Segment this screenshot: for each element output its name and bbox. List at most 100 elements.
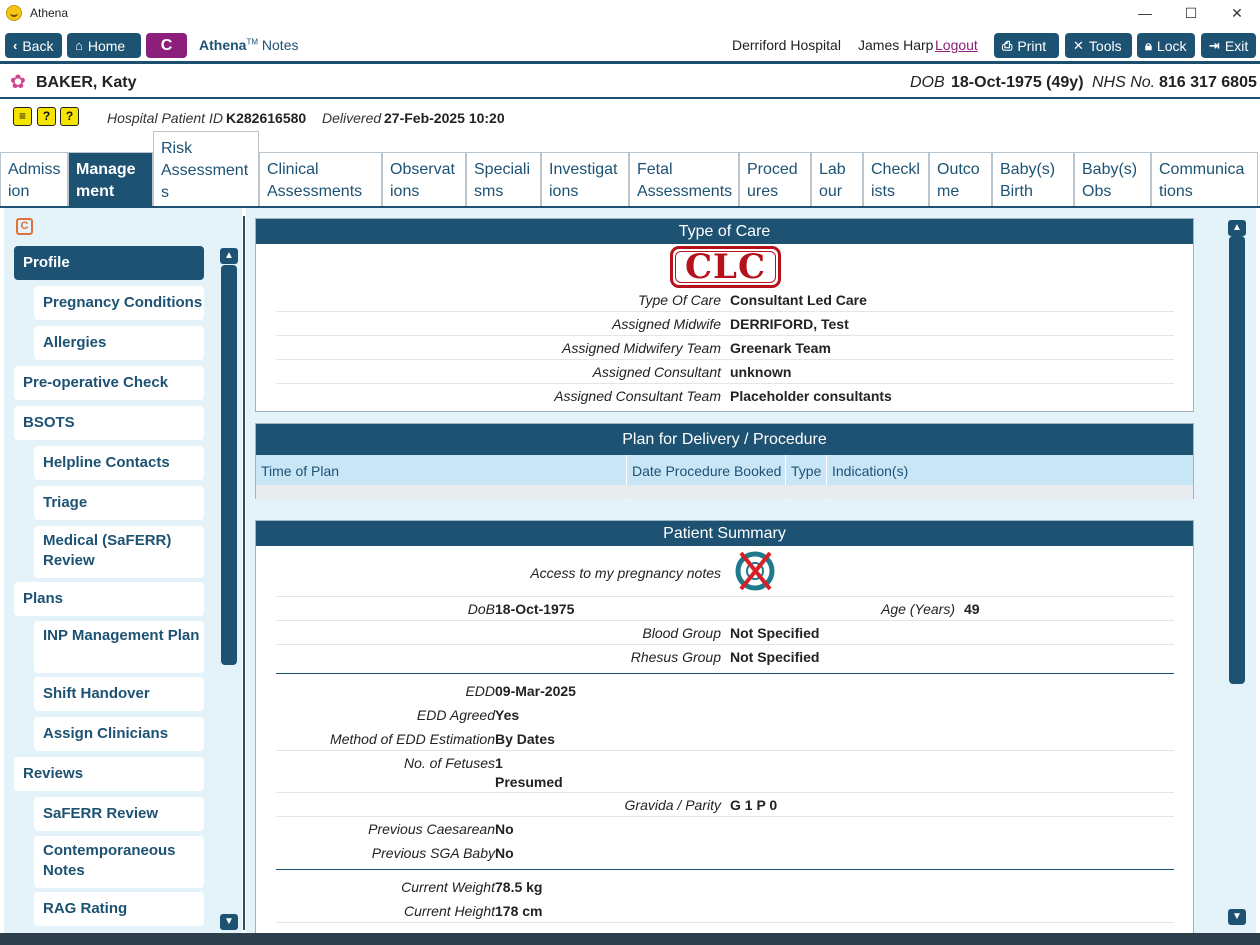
- nav-item-pre-operative-check[interactable]: Pre-operative Check: [14, 366, 204, 400]
- tab-communications[interactable]: Communica tions: [1151, 152, 1258, 207]
- exit-button[interactable]: ⇥ Exit: [1201, 33, 1256, 58]
- current-height-row: Current Height 178 cm: [276, 899, 1174, 923]
- gravida-parity-value: G 1 P 0: [730, 797, 778, 813]
- nav-item-triage[interactable]: Triage: [34, 486, 204, 520]
- logout-link[interactable]: Logout: [935, 37, 978, 53]
- type-of-care-header: Type of Care: [256, 219, 1193, 244]
- back-button[interactable]: ‹ Back: [5, 33, 62, 58]
- col-time-of-plan[interactable]: Time of Plan: [261, 463, 339, 479]
- alert-question-icon-2[interactable]: ?: [60, 107, 79, 126]
- tab-management[interactable]: Manage ment: [68, 152, 153, 207]
- assigned-consultant-team-value: Placeholder consultants: [730, 388, 892, 404]
- edd-agreed-row: EDD Agreed Yes: [276, 703, 1174, 727]
- nav-item-assign-clinicians[interactable]: Assign Clinicians: [34, 717, 204, 751]
- c-icon[interactable]: C: [16, 218, 33, 235]
- age-value: 49: [964, 601, 980, 617]
- app-name-suffix: Notes: [261, 37, 299, 53]
- age-label: Age (Years): [881, 601, 955, 617]
- previous-caesarean-row: Previous Caesarean No: [276, 817, 1174, 841]
- dob-label: DOB: [910, 74, 945, 91]
- alert-question-icon[interactable]: ?: [37, 107, 56, 126]
- col-date-procedure-booked[interactable]: Date Procedure Booked: [632, 463, 781, 479]
- tab-observations[interactable]: Observat ions: [382, 152, 466, 207]
- plan-table-header: Time of Plan Date Procedure Booked Type …: [256, 455, 1193, 500]
- tab-clinical-assessments[interactable]: Clinical Assessments: [259, 152, 382, 207]
- edd-method-row: Method of EDD Estimation By Dates: [276, 727, 1174, 751]
- tab-fetal-assessments[interactable]: Fetal Assessments: [629, 152, 739, 207]
- lock-button[interactable]: 🔒︎ Lock: [1137, 33, 1195, 58]
- close-window-button[interactable]: ✕: [1214, 0, 1260, 26]
- lock-icon: 🔒︎: [1145, 37, 1152, 53]
- nav-divider: [243, 216, 245, 930]
- nav-item-shift-handover[interactable]: Shift Handover: [34, 677, 204, 711]
- type-of-care-label: Type Of Care: [638, 292, 721, 308]
- main-scrollbar-thumb[interactable]: [1229, 236, 1245, 684]
- side-navigation: C Profile Pregnancy Conditions Allergies…: [4, 208, 242, 933]
- c-button[interactable]: C: [146, 33, 187, 58]
- tab-risk-assessments[interactable]: Risk Assessment s: [153, 131, 259, 207]
- printer-icon: ⎙: [1002, 37, 1013, 53]
- access-notes-disabled-icon: [735, 551, 775, 591]
- tab-babys-obs[interactable]: Baby(s) Obs: [1074, 152, 1151, 207]
- access-notes-label: Access to my pregnancy notes: [530, 565, 721, 581]
- nav-scrollbar-thumb[interactable]: [221, 265, 237, 665]
- nav-item-profile[interactable]: Profile: [14, 246, 204, 280]
- home-label: Home: [87, 37, 126, 54]
- print-button[interactable]: ⎙ Print: [994, 33, 1059, 58]
- flower-icon: ✿: [10, 72, 26, 93]
- summary-divider: [276, 673, 1174, 674]
- nhs-label: NHS No.: [1092, 74, 1156, 91]
- nhs-value: 816 317 6805: [1159, 74, 1257, 91]
- nav-item-reviews[interactable]: Reviews: [14, 757, 204, 791]
- edd-row: EDD 09-Mar-2025: [276, 679, 1174, 703]
- tab-labour[interactable]: Lab our: [811, 152, 863, 207]
- tab-checklists[interactable]: Checkl ists: [863, 152, 929, 207]
- tab-admission[interactable]: Admiss ion: [0, 152, 68, 207]
- nav-item-saferr-review[interactable]: SaFERR Review: [34, 797, 204, 831]
- nav-item-plans[interactable]: Plans: [14, 582, 204, 616]
- nav-item-rag-rating[interactable]: RAG Rating: [34, 892, 204, 926]
- nav-item-helpline-contacts[interactable]: Helpline Contacts: [34, 446, 204, 480]
- nav-scroll-up-button[interactable]: ▲: [220, 248, 238, 264]
- tab-babys-birth[interactable]: Baby(s) Birth: [992, 152, 1074, 207]
- minimize-button[interactable]: —: [1122, 0, 1168, 26]
- nav-item-medical-saferr-review[interactable]: Medical (SaFERR) Review: [34, 526, 204, 578]
- assigned-consultant-value: unknown: [730, 364, 792, 380]
- nav-item-allergies[interactable]: Allergies: [34, 326, 204, 360]
- nav-item-contemporaneous-notes[interactable]: Contemporaneous Notes: [34, 836, 204, 888]
- nav-item-pregnancy-conditions[interactable]: Pregnancy Conditions: [34, 286, 204, 320]
- assigned-midwifery-team-row: Assigned Midwifery Team Greenark Team: [276, 336, 1174, 360]
- assigned-midwife-row: Assigned Midwife DERRIFORD, Test: [276, 312, 1174, 336]
- plan-for-delivery-header: Plan for Delivery / Procedure: [256, 424, 1193, 455]
- type-of-care-value: Consultant Led Care: [730, 292, 867, 308]
- patient-name: BAKER, Katy: [36, 74, 137, 91]
- current-height-value: 178 cm: [495, 903, 543, 919]
- main-scroll-up-button[interactable]: ▲: [1228, 220, 1246, 236]
- previous-caesarean-label: Previous Caesarean: [368, 821, 495, 837]
- tab-outcome[interactable]: Outco me: [929, 152, 992, 207]
- maximize-button[interactable]: ☐: [1168, 0, 1214, 26]
- edd-method-value: By Dates: [495, 731, 555, 747]
- previous-caesarean-value: No: [495, 821, 514, 837]
- patient-summary-header: Patient Summary: [256, 521, 1193, 546]
- col-type[interactable]: Type: [791, 463, 821, 479]
- rhesus-group-value: Not Specified: [730, 649, 820, 665]
- main-scroll-down-button[interactable]: ▼: [1228, 909, 1246, 925]
- nav-scroll-down-button[interactable]: ▼: [220, 914, 238, 930]
- nav-item-inp-management-plan[interactable]: INP Management Plan: [34, 621, 204, 673]
- tools-button[interactable]: ✕ Tools: [1065, 33, 1132, 58]
- summary-dob-label: DoB: [467, 601, 495, 617]
- col-indications[interactable]: Indication(s): [832, 463, 908, 479]
- tab-procedures[interactable]: Proced ures: [739, 152, 811, 207]
- nav-item-bsots[interactable]: BSOTS: [14, 406, 204, 440]
- alert-list-icon[interactable]: ≡: [13, 107, 32, 126]
- tab-specialisms[interactable]: Speciali sms: [466, 152, 541, 207]
- main-content: Type of Care CLC Type Of Care Consultant…: [246, 208, 1256, 933]
- tools-icon: ✕: [1073, 37, 1084, 53]
- assigned-consultant-team-label: Assigned Consultant Team: [554, 388, 721, 404]
- desktop-taskbar-edge: [0, 933, 1260, 945]
- window-title-bar: Athena — ☐ ✕: [0, 0, 1260, 26]
- blood-group-label: Blood Group: [642, 625, 721, 641]
- tab-investigations[interactable]: Investigat ions: [541, 152, 629, 207]
- home-button[interactable]: ⌂ Home: [67, 33, 141, 58]
